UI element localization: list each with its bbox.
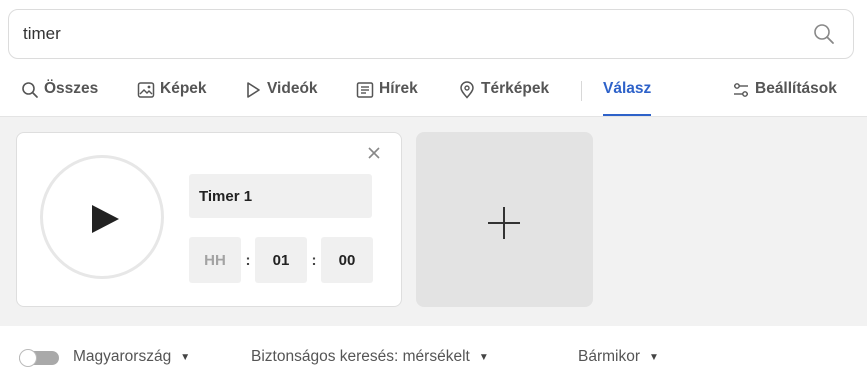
search-input[interactable] — [23, 10, 783, 58]
search-icon — [22, 82, 38, 98]
newspaper-icon — [356, 82, 374, 98]
safe-search-label: Biztonságos keresés: mérsékelt — [251, 348, 470, 365]
play-icon — [92, 205, 119, 233]
close-icon[interactable] — [367, 146, 381, 160]
time-label: Bármikor — [578, 348, 641, 365]
tab-label: Beállítások — [755, 80, 837, 97]
plus-icon — [503, 207, 505, 239]
tab-settings[interactable]: Beállítások — [732, 72, 837, 116]
tab-videos[interactable]: Videók — [244, 72, 318, 116]
seconds-field[interactable]: 00 — [321, 237, 373, 283]
tab-label: Összes — [44, 80, 99, 97]
tab-answer[interactable]: Válasz — [603, 72, 652, 116]
search-tabs: Összes Képek Videók Hírek Térképek Válas… — [0, 72, 867, 117]
tab-images[interactable]: Képek — [137, 72, 207, 116]
timer-name-field[interactable]: Timer 1 — [189, 174, 372, 218]
safe-search-dropdown[interactable]: Biztonságos keresés: mérsékelt ▼ — [251, 348, 489, 366]
tab-label: Térképek — [481, 80, 550, 97]
map-pin-icon — [460, 81, 474, 99]
tab-divider — [581, 81, 582, 101]
chevron-down-icon: ▼ — [180, 351, 191, 363]
region-label: Magyarország — [73, 348, 172, 365]
timer-name: Timer 1 — [199, 187, 253, 205]
search-filters: Magyarország ▼ Biztonságos keresés: mérs… — [0, 345, 867, 367]
tab-label: Válasz — [603, 80, 652, 97]
time-separator: : — [245, 251, 251, 269]
chevron-down-icon: ▼ — [478, 351, 489, 363]
settings-sliders-icon — [734, 83, 748, 97]
tab-news[interactable]: Hírek — [356, 72, 418, 116]
play-icon — [247, 82, 260, 98]
region-dropdown[interactable]: Magyarország ▼ — [73, 348, 190, 366]
tab-label: Képek — [160, 80, 207, 97]
region-toggle[interactable] — [19, 349, 59, 367]
tab-label: Hírek — [379, 80, 418, 97]
search-bar[interactable] — [8, 9, 854, 59]
hours-field[interactable]: HH — [189, 237, 241, 283]
image-icon — [137, 82, 155, 98]
tab-label: Videók — [267, 80, 318, 97]
search-icon[interactable] — [813, 23, 835, 45]
tab-all[interactable]: Összes — [21, 72, 98, 116]
time-dropdown[interactable]: Bármikor ▼ — [578, 348, 659, 366]
time-separator: : — [311, 251, 317, 269]
chevron-down-icon: ▼ — [649, 351, 659, 363]
minutes-field[interactable]: 01 — [255, 237, 307, 283]
tab-maps[interactable]: Térképek — [458, 72, 549, 116]
